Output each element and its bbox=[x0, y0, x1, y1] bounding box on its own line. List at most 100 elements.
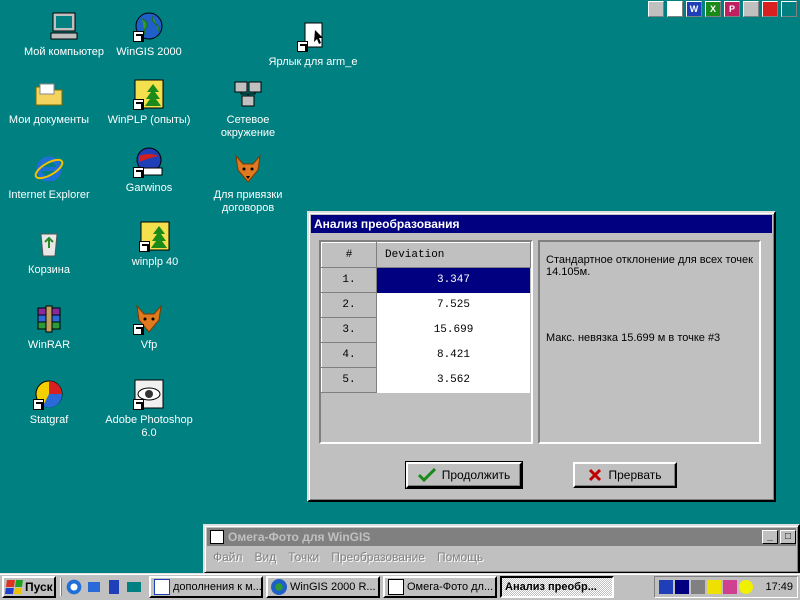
tray-battery-icon[interactable] bbox=[707, 580, 722, 594]
folder-icon bbox=[33, 78, 65, 110]
deviation-cell[interactable]: 8.421 bbox=[376, 342, 531, 368]
quick-launch bbox=[61, 578, 146, 596]
tray-bulb-icon[interactable] bbox=[739, 580, 754, 594]
max-residual-text: Макс. невязка 15.699 м в точке #3 bbox=[546, 332, 721, 344]
outlook-express-icon[interactable] bbox=[85, 578, 103, 596]
table-row[interactable]: 1. 3.347 bbox=[321, 267, 531, 293]
minimize-button[interactable]: _ bbox=[762, 530, 778, 544]
show-desktop-icon[interactable] bbox=[125, 578, 143, 596]
fox-icon bbox=[232, 153, 264, 185]
task-label: Омега-Фото дл... bbox=[407, 581, 494, 593]
deviation-cell[interactable]: 15.699 bbox=[376, 317, 531, 343]
internet-explorer-icon[interactable] bbox=[65, 578, 83, 596]
clock[interactable]: 17:49 bbox=[765, 581, 793, 593]
menu-points[interactable]: Точки bbox=[288, 550, 319, 564]
desktop-icon-label: Корзина bbox=[28, 264, 70, 276]
maximize-button[interactable]: □ bbox=[780, 530, 796, 544]
channels-icon[interactable] bbox=[105, 578, 123, 596]
menu-file[interactable]: Файл bbox=[213, 550, 243, 564]
desktop-icon-my-computer[interactable]: Мой компьютер bbox=[19, 10, 109, 59]
start-button[interactable]: Пуск bbox=[2, 576, 56, 598]
shortcut-arrow-icon bbox=[133, 31, 144, 42]
task-omega-foto[interactable]: Омега-Фото дл... bbox=[383, 576, 497, 598]
internet-explorer-icon bbox=[33, 153, 65, 185]
powerpoint-icon[interactable]: P bbox=[724, 1, 740, 17]
desktop-icon-label: Adobe Photoshop 6.0 bbox=[105, 414, 193, 439]
deviation-cell[interactable]: 3.347 bbox=[376, 267, 531, 293]
desktop-icon-arm-e[interactable]: Ярлык для arm_e bbox=[253, 20, 373, 69]
desktop-icon-wingis[interactable]: WinGIS 2000 bbox=[104, 10, 194, 59]
desktop-icon-winplp-opyty[interactable]: WinPLP (опыты) bbox=[104, 78, 194, 127]
dialog-titlebar[interactable]: Анализ преобразования bbox=[311, 215, 772, 233]
deviation-cell[interactable]: 7.525 bbox=[376, 292, 531, 318]
shortcut-arrow-icon bbox=[133, 399, 144, 410]
task-wingis[interactable]: WinGIS 2000 R... bbox=[266, 576, 380, 598]
globe-icon bbox=[133, 10, 165, 42]
abort-button[interactable]: Прервать bbox=[573, 462, 677, 488]
table-row[interactable]: 3. 15.699 bbox=[321, 317, 531, 343]
shortcut-arrow-icon bbox=[33, 399, 44, 410]
desktop-icon-vfp[interactable]: Vfp bbox=[104, 303, 194, 352]
dialog-title: Анализ преобразования bbox=[314, 217, 460, 231]
desktop-icon-winrar[interactable]: WinRAR bbox=[4, 303, 94, 352]
taskbar: Пуск дополнения к м... WinGIS 2000 R... … bbox=[0, 573, 800, 600]
desktop-icon-internet-explorer[interactable]: Internet Explorer bbox=[4, 153, 94, 202]
desktop-icon-label: WinRAR bbox=[27, 339, 71, 351]
desktop-icon-recycle-bin[interactable]: Корзина bbox=[4, 228, 94, 277]
deviation-cell[interactable]: 3.562 bbox=[376, 367, 531, 393]
row-number: 4. bbox=[321, 342, 377, 368]
task-label: Анализ преобр... bbox=[505, 581, 597, 593]
grid-header-deviation: Deviation bbox=[376, 242, 531, 268]
excel-icon[interactable]: X bbox=[705, 1, 721, 17]
row-number: 5. bbox=[321, 367, 377, 393]
task-label: дополнения к м... bbox=[173, 581, 262, 593]
analysis-dialog: Анализ преобразования # Deviation 1. 3.3… bbox=[307, 211, 776, 502]
desktop-icon-photoshop[interactable]: Adobe Photoshop 6.0 bbox=[104, 378, 194, 440]
start-label: Пуск bbox=[25, 580, 53, 594]
document-shortcut-icon bbox=[297, 20, 329, 52]
tray-task-scheduler-icon[interactable] bbox=[723, 580, 738, 594]
desktop-icon-label: Vfp bbox=[140, 339, 158, 351]
photoshop-eye-icon bbox=[133, 378, 165, 410]
table-row[interactable]: 5. 3.562 bbox=[321, 367, 531, 393]
word-icon[interactable]: W bbox=[686, 1, 702, 17]
desktop-icon-network[interactable]: Сетевое окружение bbox=[203, 78, 293, 140]
desktop-icon-winplp40[interactable]: winplp 40 bbox=[110, 220, 200, 269]
grid-header-number: # bbox=[321, 242, 377, 268]
menu-view[interactable]: Вид bbox=[255, 550, 277, 564]
task-word-document[interactable]: дополнения к м... bbox=[149, 576, 263, 598]
table-row[interactable]: 4. 8.421 bbox=[321, 342, 531, 368]
std-deviation-text: Стандартное отклонение для всех точек 14… bbox=[546, 254, 753, 278]
table-row[interactable]: 2. 7.525 bbox=[321, 292, 531, 318]
cross-icon bbox=[589, 468, 602, 482]
office-shortcut-bar: W X P bbox=[645, 0, 800, 18]
monitor-icon[interactable] bbox=[781, 1, 797, 17]
menu-transform[interactable]: Преобразование bbox=[331, 550, 425, 564]
abort-label: Прервать bbox=[608, 468, 662, 482]
volume-icon[interactable] bbox=[691, 580, 706, 594]
office-windows-icon[interactable] bbox=[648, 1, 664, 17]
desktop-icon-statgraf[interactable]: Statgraf bbox=[4, 378, 94, 427]
desktop-icon-privyazka[interactable]: Для привязки договоров bbox=[203, 153, 293, 215]
desktop-icon-label: Statgraf bbox=[29, 414, 69, 426]
access-key-icon[interactable] bbox=[743, 1, 759, 17]
desktop-icon-label: Internet Explorer bbox=[8, 189, 90, 201]
computer-icon bbox=[48, 10, 80, 42]
tray-media-player-icon[interactable] bbox=[675, 580, 690, 594]
tray-program-icon[interactable] bbox=[659, 580, 674, 594]
task-analysis-dialog[interactable]: Анализ преобр... bbox=[500, 576, 614, 598]
globe-icon bbox=[271, 579, 287, 595]
task-label: WinGIS 2000 R... bbox=[290, 581, 376, 593]
desktop-icon-my-documents[interactable]: Мои документы bbox=[4, 78, 94, 127]
omega-titlebar[interactable]: Омега-Фото для WinGIS _ □ bbox=[207, 528, 796, 546]
desktop-icon-label: winplp 40 bbox=[131, 256, 179, 268]
menu-help[interactable]: Помощь bbox=[437, 550, 483, 564]
shortcut-arrow-icon bbox=[133, 99, 144, 110]
continue-button[interactable]: Продолжить bbox=[405, 461, 523, 489]
recycle-bin-icon bbox=[33, 228, 65, 260]
antivirus-icon[interactable] bbox=[762, 1, 778, 17]
statgraf-icon bbox=[33, 378, 65, 410]
desktop-icon-garwinos[interactable]: Garwinos bbox=[104, 146, 194, 195]
deviation-grid[interactable]: # Deviation 1. 3.347 2. 7.525 3. 15.699 bbox=[319, 240, 533, 444]
office-new-document-icon[interactable] bbox=[667, 1, 683, 17]
